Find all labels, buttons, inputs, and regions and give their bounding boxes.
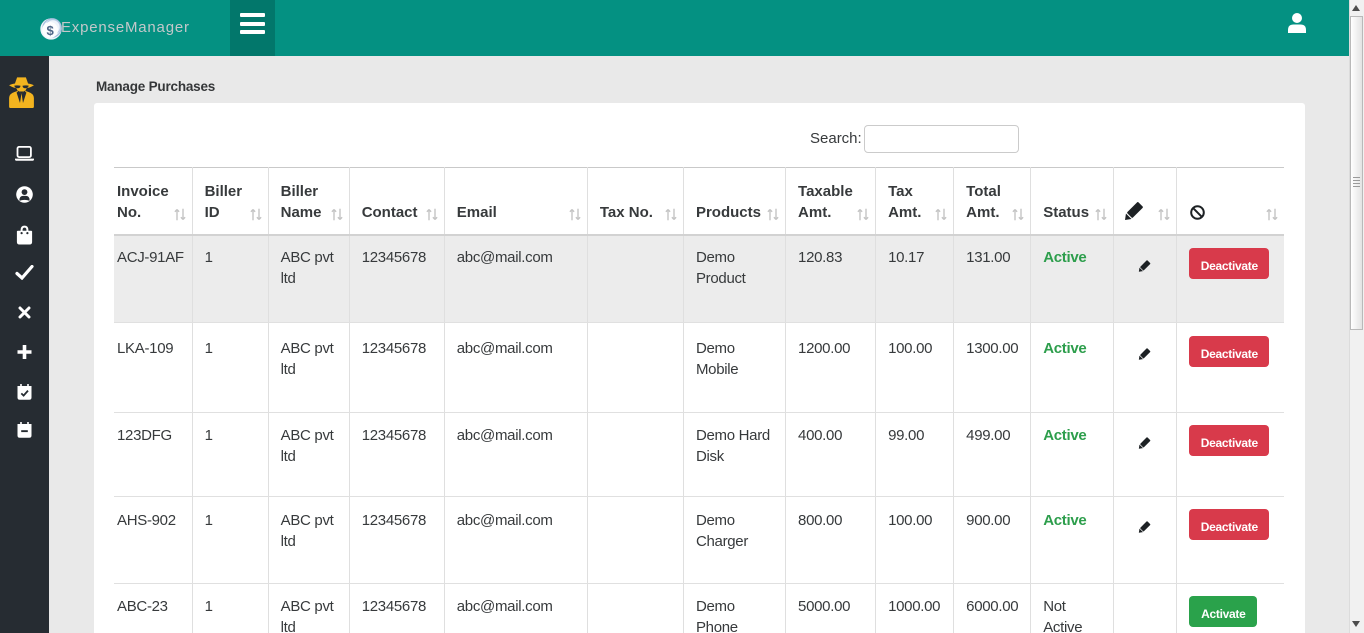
svg-text:$: $ bbox=[46, 23, 54, 38]
